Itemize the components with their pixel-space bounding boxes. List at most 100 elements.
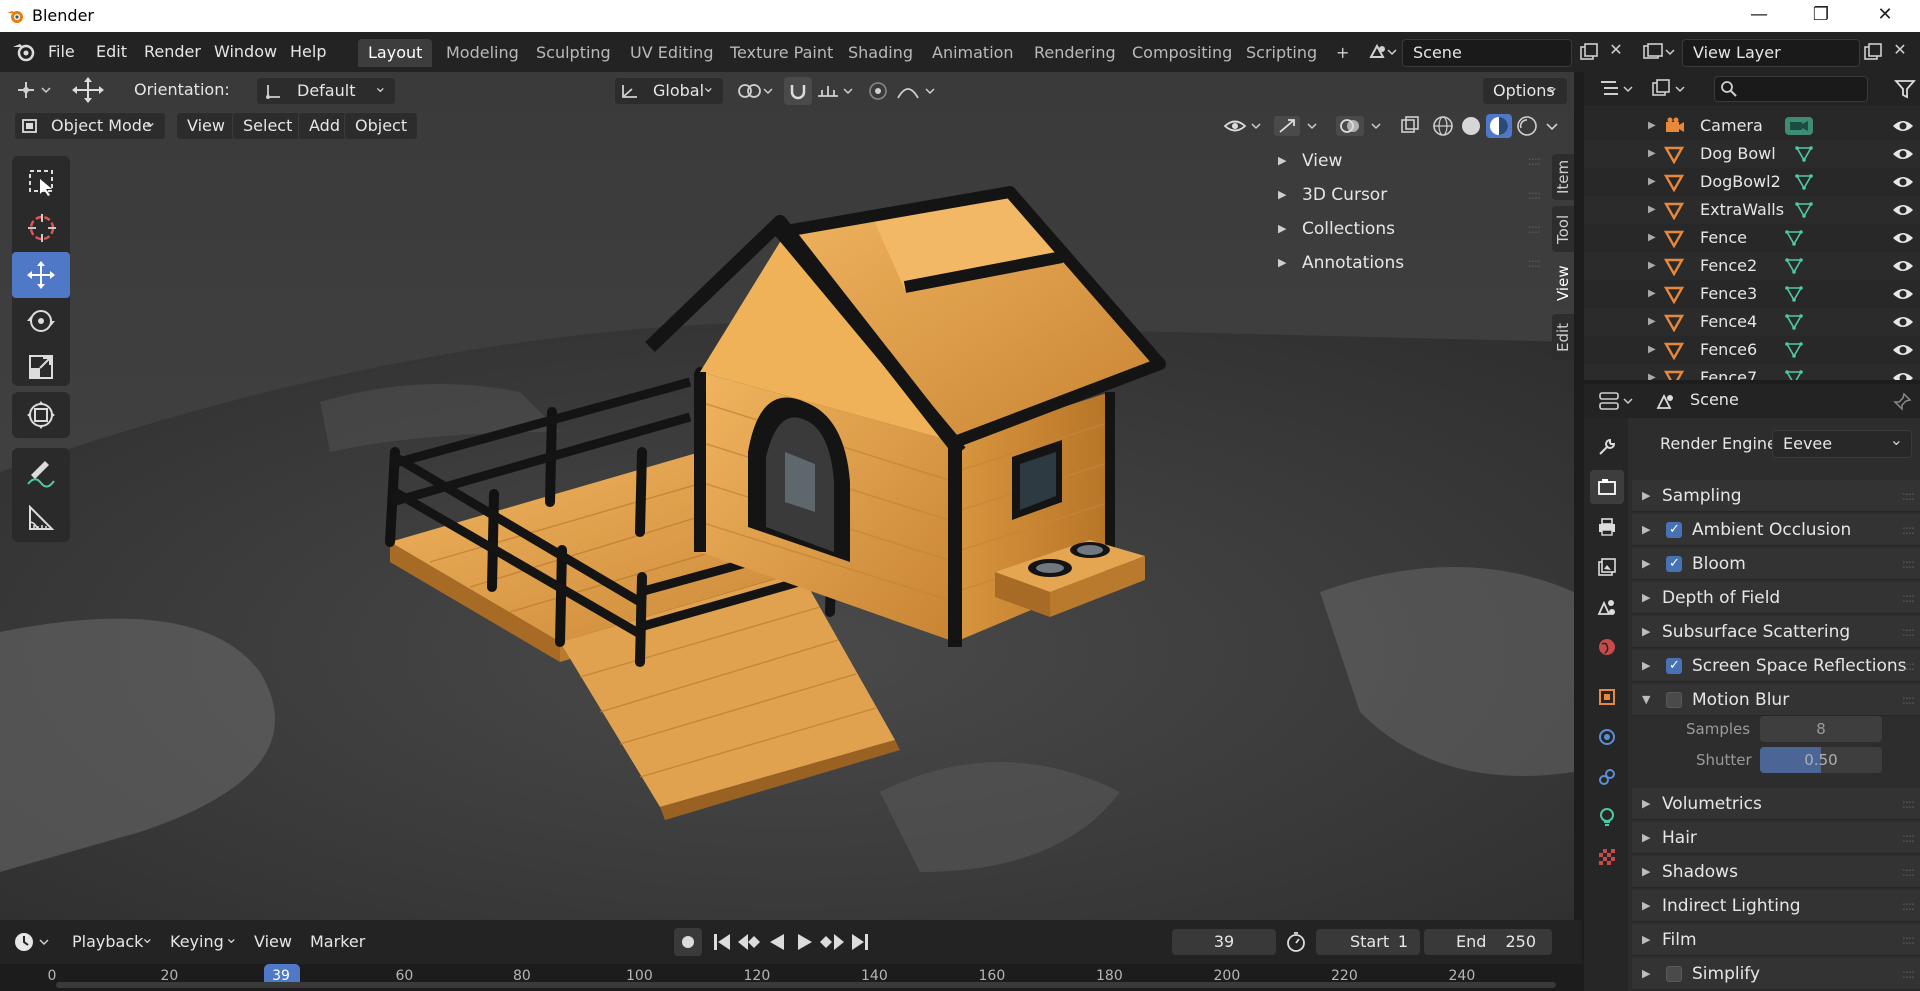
rotate-tool[interactable] xyxy=(12,298,70,344)
options-dropdown[interactable]: Options xyxy=(1482,74,1568,105)
mesh-data-icon[interactable] xyxy=(1794,173,1814,191)
npanel-collections[interactable]: ▶ Collections:::: xyxy=(1278,214,1546,244)
panel-checkbox[interactable] xyxy=(1666,514,1682,546)
mesh-data-icon[interactable] xyxy=(1784,341,1804,359)
annotate-tool[interactable] xyxy=(12,450,70,496)
expand-arrow-icon[interactable]: ▶ xyxy=(1648,112,1656,140)
material-preview-shading-button[interactable] xyxy=(1486,114,1512,138)
close-button[interactable]: ✕ xyxy=(1856,0,1914,32)
tab-texture-paint[interactable]: Texture Paint xyxy=(720,39,843,67)
collapse-arrow-icon[interactable]: ▼ xyxy=(1642,684,1650,716)
panel-hair[interactable]: ▶ Hair:::: xyxy=(1632,822,1920,854)
falloff-icon[interactable] xyxy=(896,80,940,102)
move-gizmo-icon[interactable] xyxy=(70,76,106,104)
properties-editor-type-icon[interactable] xyxy=(1598,390,1638,412)
tab-shading[interactable]: Shading xyxy=(838,39,923,67)
tab-edit[interactable]: Edit xyxy=(1552,314,1574,360)
solid-shading-icon[interactable] xyxy=(1458,114,1484,138)
keying-menu[interactable]: Keying xyxy=(162,924,246,956)
playback-controls[interactable] xyxy=(710,930,874,954)
duplicate-view-layer-icon[interactable] xyxy=(1862,42,1884,62)
ptab-output[interactable] xyxy=(1590,510,1624,544)
mesh-data-icon[interactable] xyxy=(1794,201,1814,219)
panel-checkbox[interactable] xyxy=(1666,548,1682,580)
ptab-world[interactable] xyxy=(1590,630,1624,664)
visibility-eye-icon[interactable] xyxy=(1892,370,1914,380)
wireframe-shading-icon[interactable] xyxy=(1430,114,1456,138)
samples-field[interactable]: 8 xyxy=(1760,716,1882,742)
drag-grip-icon[interactable]: :::: xyxy=(1902,788,1915,820)
outliner-row[interactable]: ▶ DogBowl2 xyxy=(1584,168,1920,196)
expand-arrow-icon[interactable]: ▶ xyxy=(1648,364,1656,380)
panel-sampling[interactable]: ▶ Sampling:::: xyxy=(1632,480,1920,512)
shutter-slider[interactable]: 0.50 xyxy=(1760,747,1882,773)
expand-arrow-icon[interactable]: ▶ xyxy=(1642,924,1650,956)
xray-toggle-icon[interactable] xyxy=(1398,114,1422,138)
drag-grip-icon[interactable]: :::: xyxy=(1902,856,1915,888)
drag-grip-icon[interactable]: :::: xyxy=(1902,958,1915,990)
tab-modeling[interactable]: Modeling xyxy=(436,39,529,67)
outliner-row[interactable]: ▶ ExtraWalls xyxy=(1584,196,1920,224)
render-engine-dropdown[interactable]: Eevee xyxy=(1772,427,1912,458)
ptab-scene[interactable] xyxy=(1590,590,1624,624)
tab-rendering[interactable]: Rendering xyxy=(1024,39,1126,67)
panel-shadows[interactable]: ▶ Shadows:::: xyxy=(1632,856,1920,888)
expand-arrow-icon[interactable]: ▶ xyxy=(1642,548,1650,580)
view-layer-field[interactable]: View Layer xyxy=(1682,39,1860,67)
ptab-tool[interactable] xyxy=(1590,430,1624,464)
display-mode-icon[interactable] xyxy=(1650,78,1690,100)
tab-item[interactable]: Item xyxy=(1552,154,1574,200)
record-button[interactable] xyxy=(674,928,702,956)
outliner-editor-type-icon[interactable] xyxy=(1598,78,1638,100)
expand-arrow-icon[interactable]: ▶ xyxy=(1648,196,1656,224)
outliner-row[interactable]: ▶ Fence7 xyxy=(1584,364,1920,380)
panel-subsurface-scattering[interactable]: ▶ Subsurface Scattering:::: xyxy=(1632,616,1920,648)
drag-grip-icon[interactable]: :::: xyxy=(1902,684,1915,716)
menu-window[interactable]: Window xyxy=(206,40,285,64)
marker-menu[interactable]: Marker xyxy=(302,928,373,956)
outliner-row[interactable]: ▶ Dog Bowl xyxy=(1584,140,1920,168)
tab-animation[interactable]: Animation xyxy=(922,39,1024,67)
expand-arrow-icon[interactable]: ▶ xyxy=(1648,336,1656,364)
shading-options-icon[interactable] xyxy=(1542,114,1562,138)
ptab-data[interactable] xyxy=(1590,800,1624,834)
expand-arrow-icon[interactable]: ▶ xyxy=(1648,308,1656,336)
npanel-annotations[interactable]: ▶ Annotations:::: xyxy=(1278,248,1546,278)
drag-grip-icon[interactable]: :::: xyxy=(1902,548,1915,580)
ptab-texture[interactable] xyxy=(1590,840,1624,874)
expand-arrow-icon[interactable]: ▶ xyxy=(1648,140,1656,168)
mesh-data-icon[interactable] xyxy=(1784,257,1804,275)
menu-render[interactable]: Render xyxy=(136,40,209,64)
add-workspace-button[interactable]: + xyxy=(1326,39,1359,67)
select-menu[interactable]: Select xyxy=(232,112,304,140)
menu-file[interactable]: File xyxy=(40,40,83,64)
tab-compositing[interactable]: Compositing xyxy=(1122,39,1242,67)
panel-ambient-occlusion[interactable]: ▶ Ambient Occlusion:::: xyxy=(1632,514,1920,546)
visibility-eye-icon[interactable] xyxy=(1892,202,1914,218)
cursor-tool[interactable] xyxy=(12,204,70,250)
expand-arrow-icon[interactable]: ▶ xyxy=(1642,822,1650,854)
gizmo-toggle-icon[interactable] xyxy=(1272,114,1324,138)
timeline-view-menu[interactable]: View xyxy=(246,928,300,956)
panel-volumetrics[interactable]: ▶ Volumetrics:::: xyxy=(1632,788,1920,820)
current-frame-field[interactable]: 39 xyxy=(1172,929,1276,955)
camera-data-icon[interactable] xyxy=(1784,116,1814,136)
expand-arrow-icon[interactable]: ▶ xyxy=(1648,224,1656,252)
mesh-data-icon[interactable] xyxy=(1794,145,1814,163)
move-tool[interactable] xyxy=(12,252,70,298)
visibility-eye-icon[interactable] xyxy=(1892,118,1914,134)
expand-arrow-icon[interactable]: ▶ xyxy=(1648,280,1656,308)
ptab-constraints[interactable] xyxy=(1590,760,1624,794)
duplicate-scene-icon[interactable] xyxy=(1578,42,1600,62)
filter-icon[interactable] xyxy=(1894,78,1916,100)
end-frame-field[interactable]: End 250 xyxy=(1424,929,1552,955)
mesh-data-icon[interactable] xyxy=(1784,313,1804,331)
panel-film[interactable]: ▶ Film:::: xyxy=(1632,924,1920,956)
mesh-data-icon[interactable] xyxy=(1784,229,1804,247)
visibility-eye-icon[interactable] xyxy=(1892,342,1914,358)
select-box-tool[interactable] xyxy=(12,158,70,204)
ptab-view-layer[interactable] xyxy=(1590,550,1624,584)
outliner-row[interactable]: ▶ Fence2 xyxy=(1584,252,1920,280)
outliner-row[interactable]: ▶ Fence xyxy=(1584,224,1920,252)
expand-arrow-icon[interactable]: ▶ xyxy=(1642,890,1650,922)
